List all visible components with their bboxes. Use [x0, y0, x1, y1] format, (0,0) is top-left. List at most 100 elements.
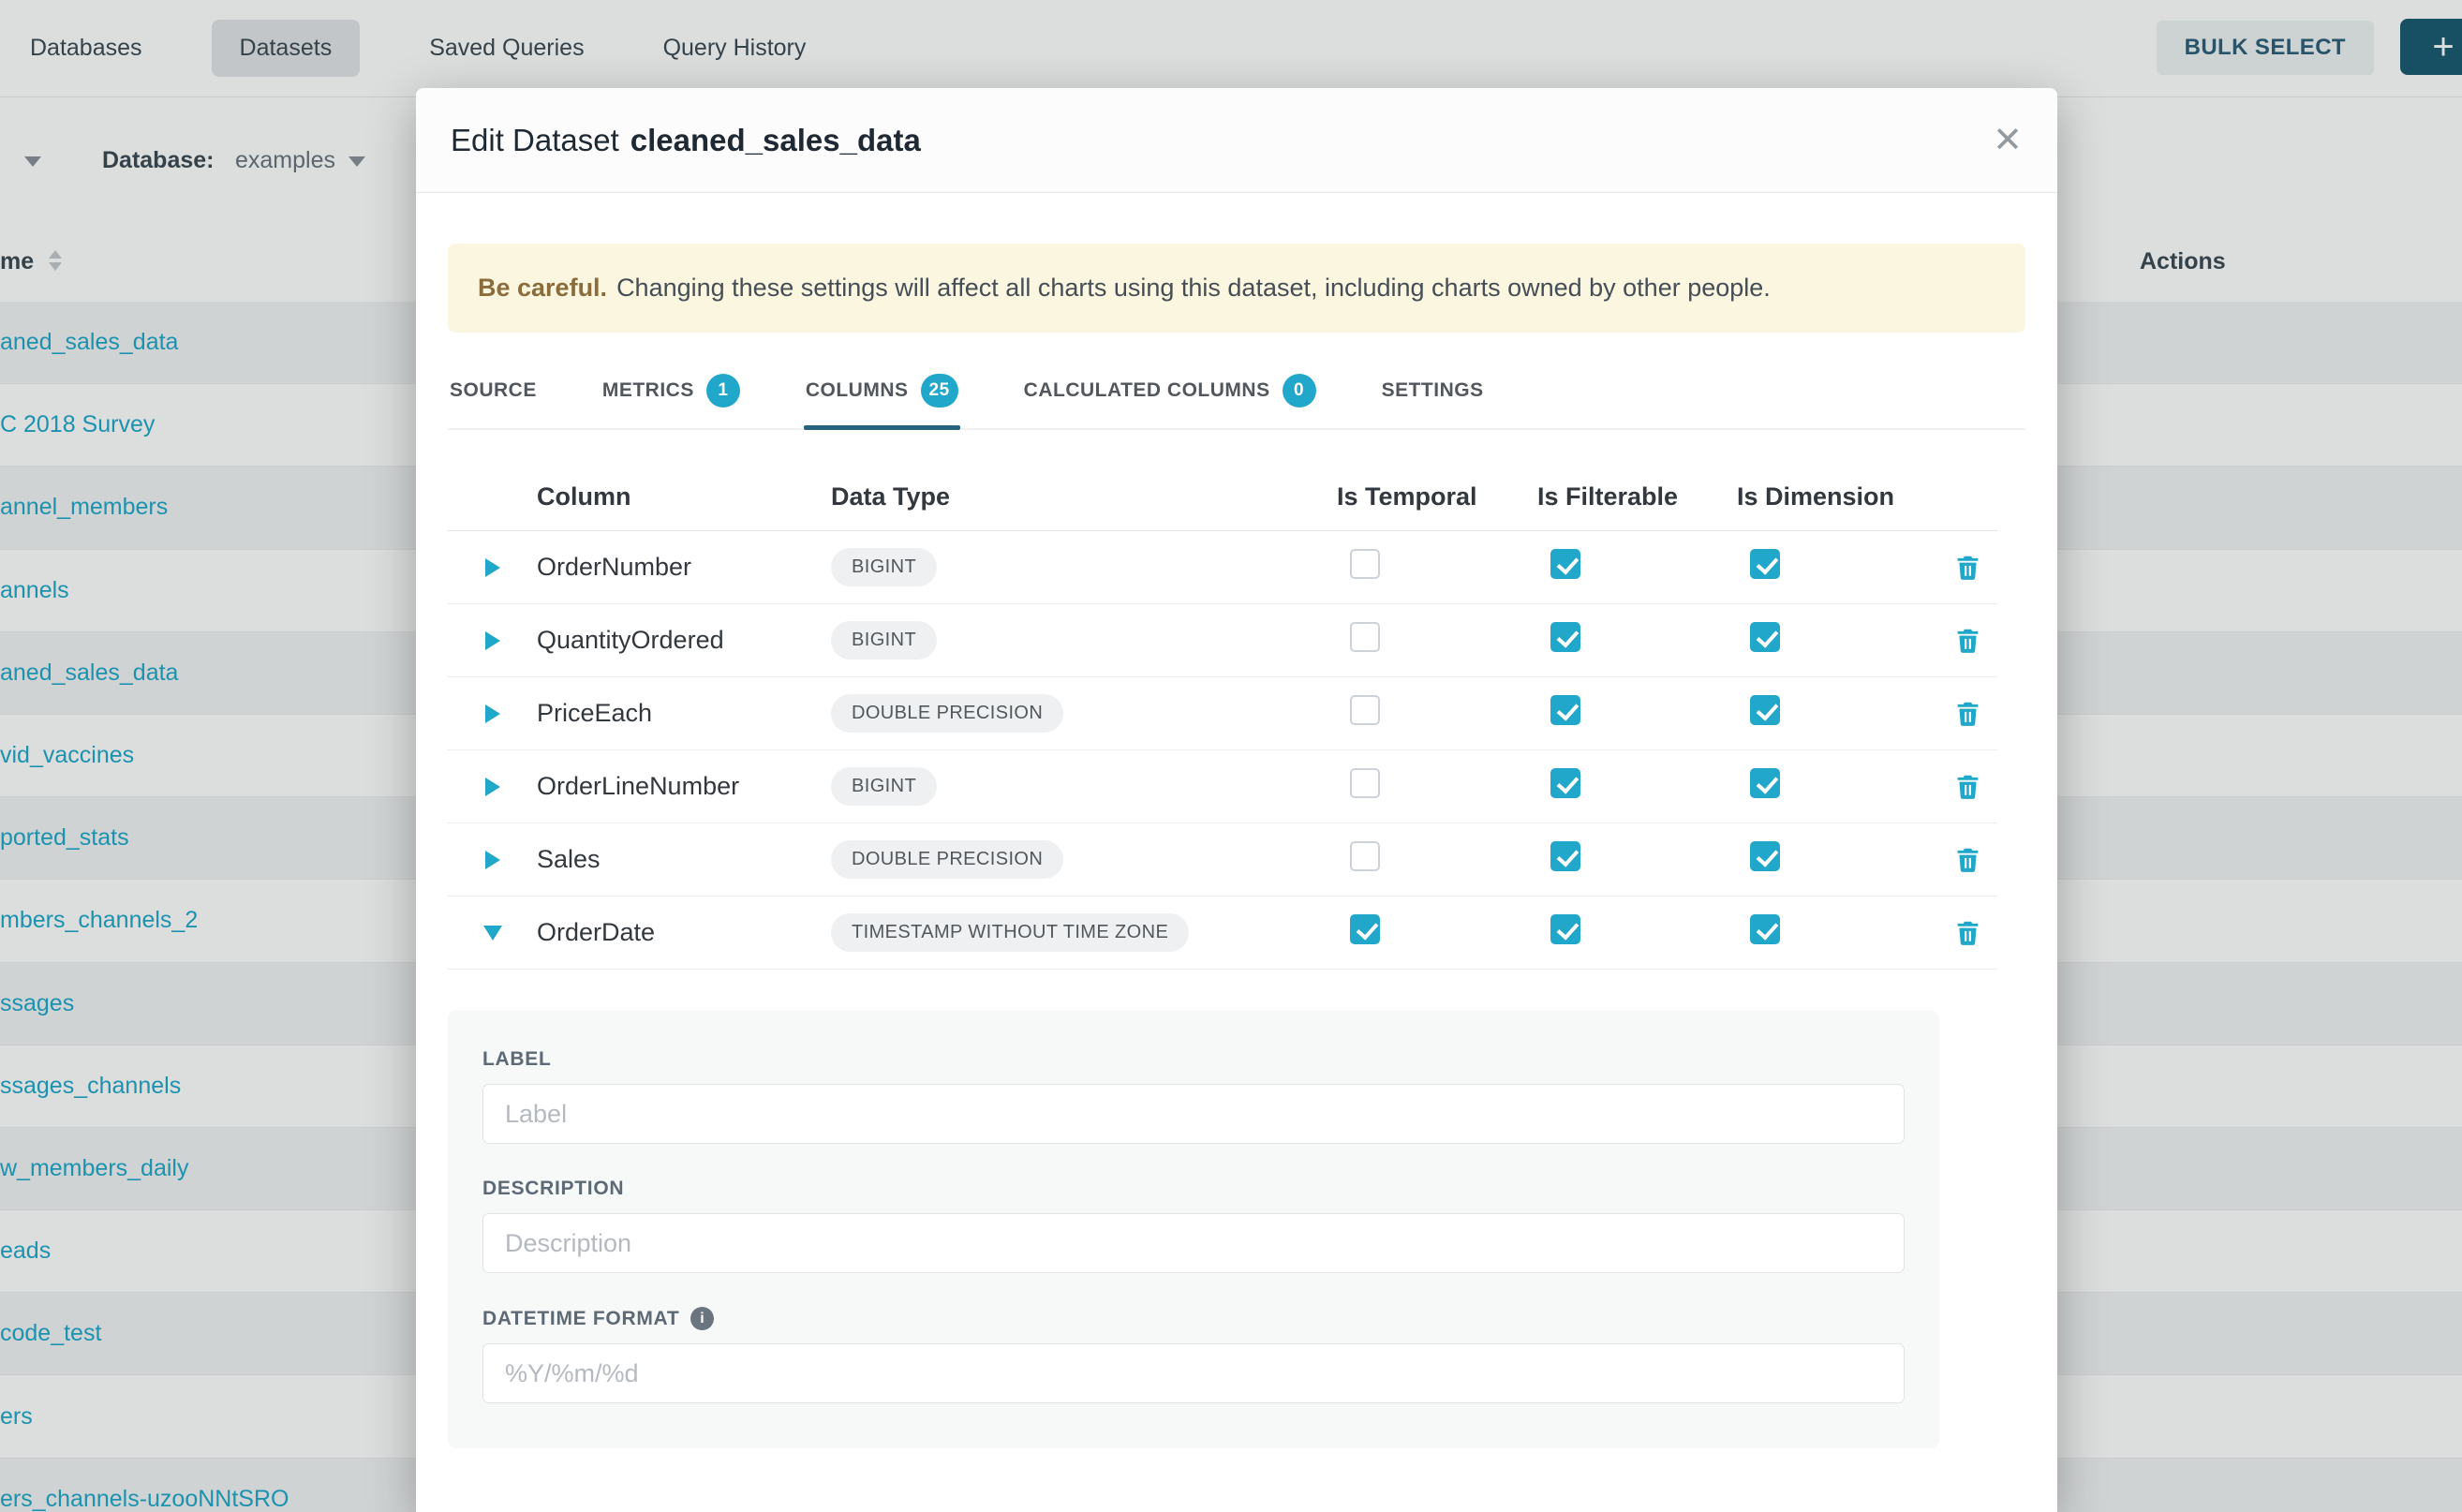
is-dimension-checkbox[interactable] — [1750, 622, 1780, 652]
modal-title-prefix: Edit Dataset — [451, 123, 619, 158]
tab-settings[interactable]: SETTINGS — [1380, 357, 1486, 428]
delete-column-button[interactable] — [1954, 700, 1981, 727]
metrics-count-badge: 1 — [706, 374, 740, 408]
column-row: OrderDateTIMESTAMP WITHOUT TIME ZONE — [448, 897, 1997, 970]
columns-table-header: Column Data Type Is Temporal Is Filterab… — [448, 464, 1997, 531]
field-label-text: DATETIME FORMAT — [482, 1308, 679, 1330]
is-filterable-checkbox[interactable] — [1550, 549, 1580, 579]
tab-label: CALCULATED COLUMNS — [1024, 379, 1270, 402]
label-field-label: LABEL — [482, 1048, 1905, 1071]
trash-icon — [1954, 554, 1981, 581]
warning-banner-bold: Be careful. — [478, 272, 607, 304]
is-temporal-header: Is Temporal — [1337, 482, 1537, 511]
column-row: OrderNumberBIGINT — [448, 531, 1997, 604]
delete-column-button[interactable] — [1954, 554, 1981, 581]
is-dimension-checkbox[interactable] — [1750, 914, 1780, 944]
columns-table: Column Data Type Is Temporal Is Filterab… — [448, 464, 1997, 970]
tab-label: COLUMNS — [806, 379, 909, 402]
column-name: OrderDate — [537, 918, 831, 947]
expand-row-icon[interactable] — [485, 558, 500, 577]
data-type-pill: DOUBLE PRECISION — [831, 694, 1063, 733]
is-dimension-checkbox[interactable] — [1750, 549, 1780, 579]
column-name: PriceEach — [537, 699, 831, 728]
column-detail-panel: LABEL DESCRIPTION DATETIME FORMAT i — [448, 1011, 1939, 1448]
edit-dataset-modal: Edit Dataset cleaned_sales_data ✕ Be car… — [416, 88, 2057, 1512]
is-dimension-header: Is Dimension — [1737, 482, 1937, 511]
delete-column-button[interactable] — [1954, 773, 1981, 800]
collapse-row-icon[interactable] — [483, 926, 502, 941]
tab-source[interactable]: SOURCE — [448, 357, 539, 428]
is-dimension-checkbox[interactable] — [1750, 768, 1780, 798]
datetime-format-field-label: DATETIME FORMAT i — [482, 1307, 1905, 1330]
is-dimension-checkbox[interactable] — [1750, 841, 1780, 871]
info-icon[interactable]: i — [690, 1307, 714, 1330]
is-dimension-checkbox[interactable] — [1750, 695, 1780, 725]
is-filterable-checkbox[interactable] — [1550, 695, 1580, 725]
column-row: QuantityOrderedBIGINT — [448, 604, 1997, 677]
tab-metrics[interactable]: METRICS 1 — [601, 357, 742, 428]
datetime-format-input[interactable] — [482, 1343, 1905, 1403]
data-type-header: Data Type — [831, 482, 1337, 511]
tab-columns[interactable]: COLUMNS 25 — [804, 357, 960, 428]
data-type-pill: TIMESTAMP WITHOUT TIME ZONE — [831, 913, 1189, 952]
is-temporal-checkbox[interactable] — [1350, 914, 1380, 944]
column-name: QuantityOrdered — [537, 626, 831, 655]
column-name: Sales — [537, 845, 831, 874]
data-type-pill: BIGINT — [831, 548, 937, 586]
data-type-pill: BIGINT — [831, 621, 937, 660]
field-label-text: DESCRIPTION — [482, 1178, 624, 1200]
column-row: SalesDOUBLE PRECISION — [448, 823, 1997, 897]
is-temporal-checkbox[interactable] — [1350, 841, 1380, 871]
is-filterable-checkbox[interactable] — [1550, 768, 1580, 798]
column-row: PriceEachDOUBLE PRECISION — [448, 677, 1997, 750]
trash-icon — [1954, 846, 1981, 873]
trash-icon — [1954, 919, 1981, 946]
modal-body: Be careful. Changing these settings will… — [416, 244, 2057, 1448]
column-row: OrderLineNumberBIGINT — [448, 750, 1997, 823]
modal-title-dataset-name: cleaned_sales_data — [630, 123, 921, 158]
tab-label: SOURCE — [450, 379, 537, 402]
is-filterable-checkbox[interactable] — [1550, 622, 1580, 652]
data-type-pill: DOUBLE PRECISION — [831, 840, 1063, 879]
is-filterable-header: Is Filterable — [1537, 482, 1737, 511]
is-temporal-checkbox[interactable] — [1350, 695, 1380, 725]
trash-icon — [1954, 700, 1981, 727]
close-icon[interactable]: ✕ — [1993, 123, 2023, 158]
warning-banner: Be careful. Changing these settings will… — [448, 244, 2025, 333]
columns-table-body: OrderNumberBIGINT QuantityOrderedBIGINT … — [448, 531, 1997, 970]
expand-row-icon[interactable] — [485, 851, 500, 869]
expand-row-icon[interactable] — [485, 704, 500, 723]
description-input[interactable] — [482, 1213, 1905, 1273]
is-temporal-checkbox[interactable] — [1350, 768, 1380, 798]
datetime-format-field-group: DATETIME FORMAT i — [482, 1307, 1905, 1403]
delete-column-button[interactable] — [1954, 846, 1981, 873]
column-name: OrderLineNumber — [537, 772, 831, 801]
is-filterable-checkbox[interactable] — [1550, 841, 1580, 871]
warning-banner-text: Changing these settings will affect all … — [616, 272, 1771, 304]
modal-tabs: SOURCE METRICS 1 COLUMNS 25 CALCULATED C… — [448, 357, 2025, 430]
is-temporal-checkbox[interactable] — [1350, 549, 1380, 579]
label-input[interactable] — [482, 1084, 1905, 1144]
description-field-label: DESCRIPTION — [482, 1178, 1905, 1200]
modal-title: Edit Dataset cleaned_sales_data — [451, 123, 921, 158]
calculated-columns-count-badge: 0 — [1283, 374, 1316, 408]
is-temporal-checkbox[interactable] — [1350, 622, 1380, 652]
tab-calculated-columns[interactable]: CALCULATED COLUMNS 0 — [1022, 357, 1318, 428]
column-header: Column — [537, 482, 831, 511]
tab-label: SETTINGS — [1382, 379, 1484, 402]
modal-header: Edit Dataset cleaned_sales_data ✕ — [416, 88, 2057, 193]
data-type-pill: BIGINT — [831, 767, 937, 806]
delete-column-button[interactable] — [1954, 919, 1981, 946]
description-field-group: DESCRIPTION — [482, 1178, 1905, 1273]
trash-icon — [1954, 627, 1981, 654]
expand-row-icon[interactable] — [485, 631, 500, 650]
field-label-text: LABEL — [482, 1048, 552, 1071]
tab-label: METRICS — [602, 379, 694, 402]
column-name: OrderNumber — [537, 553, 831, 582]
is-filterable-checkbox[interactable] — [1550, 914, 1580, 944]
label-field-group: LABEL — [482, 1048, 1905, 1144]
expand-row-icon[interactable] — [485, 778, 500, 796]
delete-column-button[interactable] — [1954, 627, 1981, 654]
columns-count-badge: 25 — [921, 374, 958, 408]
trash-icon — [1954, 773, 1981, 800]
